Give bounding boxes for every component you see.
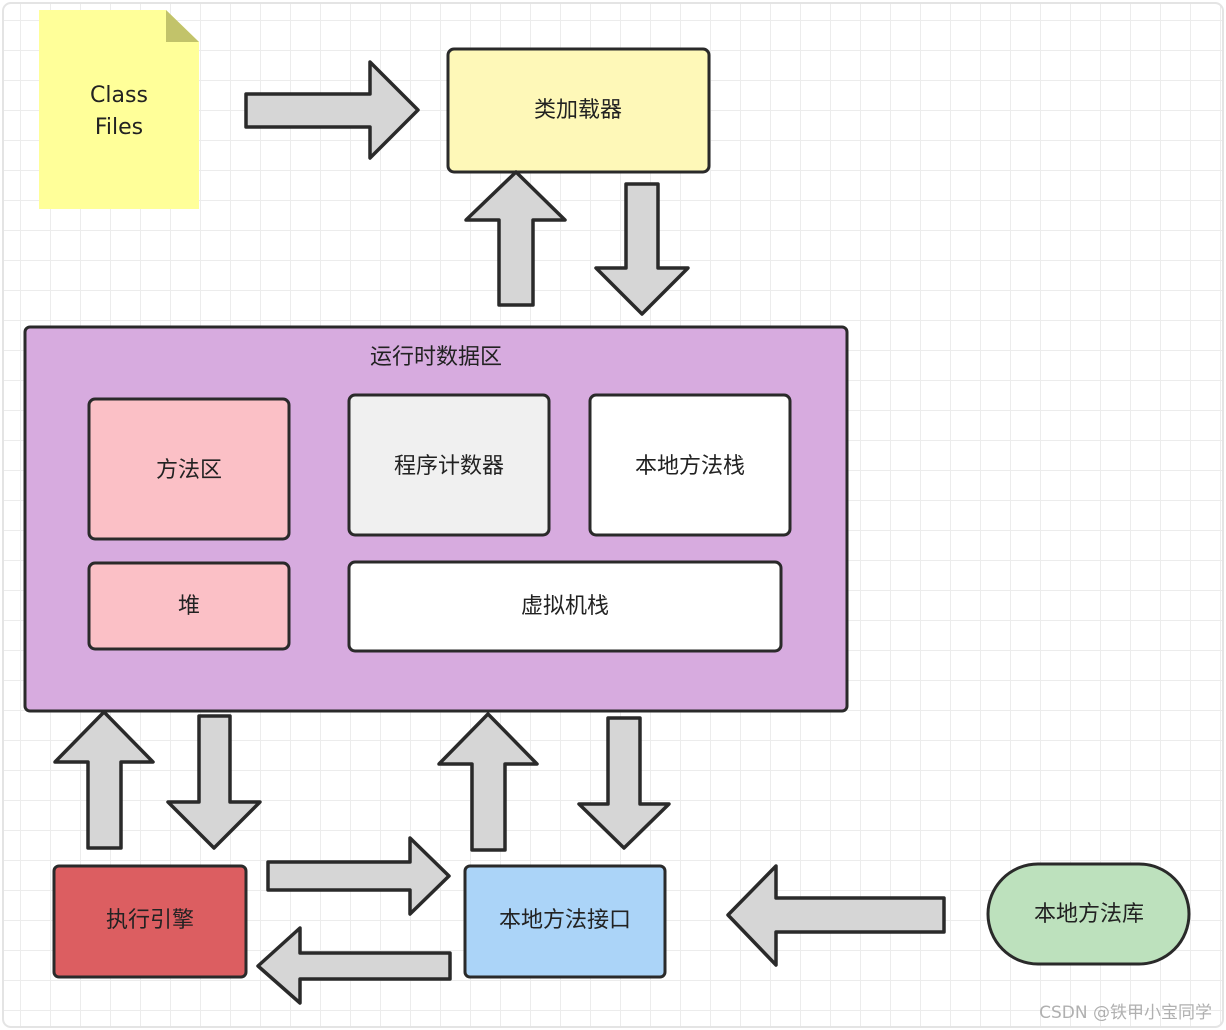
class-loader-node[interactable]: 类加载器 <box>446 47 711 174</box>
runtime-data-area-label: 运行时数据区 <box>370 345 502 370</box>
native-method-stack-label: 本地方法栈 <box>635 454 745 479</box>
native-interface-label: 本地方法接口 <box>499 908 631 933</box>
class-files-line1: Class <box>90 83 148 108</box>
execution-engine-node[interactable]: 执行引擎 <box>52 864 248 979</box>
class-files-note[interactable]: Class Files <box>39 10 199 209</box>
native-library-node[interactable]: 本地方法库 <box>986 862 1191 966</box>
vm-stack-label: 虚拟机栈 <box>521 594 609 619</box>
native-library-label: 本地方法库 <box>1034 902 1144 927</box>
class-loader-label: 类加载器 <box>534 98 622 123</box>
class-files-line2: Files <box>95 115 143 140</box>
method-area-label: 方法区 <box>156 458 222 483</box>
execution-engine-label: 执行引擎 <box>106 908 194 933</box>
heap-node[interactable]: 堆 <box>87 561 291 651</box>
heap-label: 堆 <box>178 594 200 619</box>
diagram-canvas: Class Files 类加载器 运行时数据区 方法区 程序计数器 本地方法栈 … <box>2 2 1224 1028</box>
watermark: CSDN @铁甲小宝同学 <box>1039 1003 1212 1023</box>
vm-stack-node[interactable]: 虚拟机栈 <box>347 560 783 653</box>
program-counter-node[interactable]: 程序计数器 <box>347 393 551 537</box>
program-counter-label: 程序计数器 <box>394 454 504 479</box>
native-method-stack-node[interactable]: 本地方法栈 <box>588 393 792 537</box>
method-area-node[interactable]: 方法区 <box>87 397 291 541</box>
native-interface-node[interactable]: 本地方法接口 <box>463 864 667 979</box>
